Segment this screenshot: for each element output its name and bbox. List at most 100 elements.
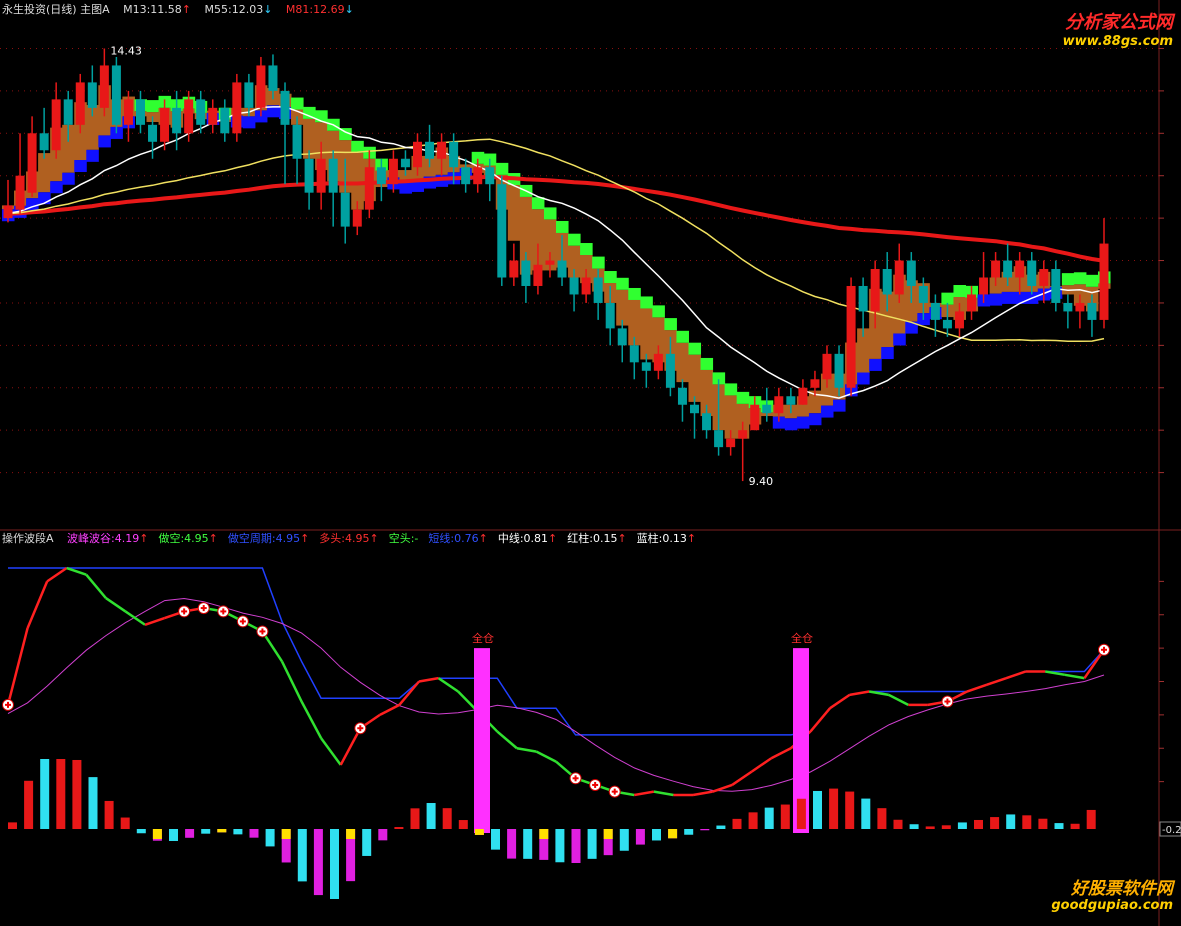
histogram-bar	[957, 822, 967, 829]
candle-body	[304, 158, 314, 193]
wave-segment	[379, 703, 400, 716]
candle-body	[1039, 269, 1049, 286]
candle-body	[846, 285, 856, 388]
candle-body	[954, 311, 964, 329]
histogram-bar	[941, 825, 951, 829]
wave-segment	[418, 676, 439, 683]
indicator-item-3: 多头:4.95↑	[319, 532, 379, 545]
indicator-item-5: 短线:0.76↑	[428, 532, 488, 545]
candle-body	[449, 141, 459, 168]
wave-segment	[751, 757, 772, 773]
candle-body	[641, 362, 651, 371]
candle-body	[268, 65, 278, 91]
support-block	[98, 135, 111, 148]
candle-body	[425, 141, 435, 159]
candle-body	[726, 438, 736, 448]
histogram-bar	[1054, 823, 1064, 829]
candle-body	[1063, 302, 1073, 312]
histogram-bar	[24, 780, 34, 829]
candle-body	[39, 133, 49, 151]
candle-body	[497, 184, 507, 278]
logo-bottom-text: 好股票软件网	[1071, 879, 1173, 899]
wave-segment	[280, 660, 303, 703]
resistance-block	[592, 256, 605, 269]
support-block	[62, 172, 75, 185]
wave-segment	[731, 770, 753, 786]
band-fill	[640, 308, 653, 360]
band-fill	[507, 185, 521, 241]
candle-body	[244, 82, 254, 108]
candle-body	[991, 260, 1001, 278]
candle-body	[533, 264, 543, 286]
candle-body	[3, 205, 13, 219]
wave-segment	[966, 683, 987, 693]
histogram-bar	[861, 798, 871, 829]
ma81-value: M81:12.69	[285, 3, 345, 16]
right-value-label: -0.21	[1162, 825, 1181, 836]
candle-body	[605, 302, 615, 329]
price-axis	[1159, 47, 1164, 474]
candle-body	[148, 124, 158, 142]
candle-body	[1087, 302, 1097, 320]
candle-body	[51, 99, 61, 151]
wave-segment	[437, 677, 459, 693]
support-block	[833, 399, 846, 412]
candle-body	[412, 141, 422, 168]
resistance-block	[628, 287, 641, 300]
candle-body	[798, 387, 808, 405]
candle-body	[328, 158, 338, 193]
candle-body	[858, 285, 868, 312]
wave-segment	[1064, 673, 1085, 680]
resistance-block	[146, 100, 160, 113]
candle-body	[400, 158, 410, 168]
resistance-block	[495, 162, 509, 175]
histogram-bar	[700, 829, 710, 831]
histogram-bar	[780, 804, 790, 829]
histogram-bar	[732, 818, 742, 829]
candle-body	[461, 167, 471, 185]
candle-body	[653, 353, 663, 371]
candle-body	[485, 167, 495, 185]
candle-body	[1075, 302, 1085, 312]
ma55-value: M55:12.03	[204, 3, 264, 16]
wave-segment	[692, 790, 713, 797]
support-block	[820, 405, 834, 418]
histogram-bar	[378, 829, 388, 841]
support-block	[808, 413, 822, 426]
resistance-block	[531, 197, 545, 210]
candle-body	[208, 107, 218, 125]
candle-body	[340, 192, 350, 227]
resistance-block	[303, 106, 316, 119]
candle-body	[882, 269, 892, 295]
histogram-bar	[1038, 818, 1048, 829]
histogram-bar	[813, 790, 822, 829]
wave-segment	[634, 790, 655, 797]
histogram-accent	[346, 829, 356, 839]
logo-top-url: www.88gs.com	[1062, 34, 1173, 49]
support-block	[869, 358, 882, 371]
resistance-block	[688, 342, 702, 355]
histogram-bar	[426, 803, 436, 829]
wave-segment	[85, 573, 107, 599]
candle-body	[376, 167, 386, 185]
wave-segment	[770, 747, 792, 760]
histogram-accent	[539, 829, 549, 839]
resistance-block	[1085, 274, 1099, 287]
candle-body	[111, 65, 121, 125]
candle-body	[63, 99, 73, 125]
candle-body	[280, 90, 290, 125]
candle-body	[364, 167, 374, 210]
candle-body	[979, 277, 989, 295]
support-block	[893, 333, 906, 346]
candle-body	[629, 345, 639, 363]
candle-body	[437, 141, 447, 159]
resistance-block	[676, 330, 689, 343]
indicator-panel: 全仓 全仓 -0.21	[2, 566, 1181, 899]
histogram-bar	[1070, 823, 1080, 829]
resistance-block	[640, 296, 653, 309]
histogram-bar	[635, 829, 645, 845]
candle-body	[220, 107, 230, 134]
candle-body	[894, 260, 904, 295]
resistance-block	[736, 391, 750, 404]
histogram-bar	[587, 829, 597, 859]
